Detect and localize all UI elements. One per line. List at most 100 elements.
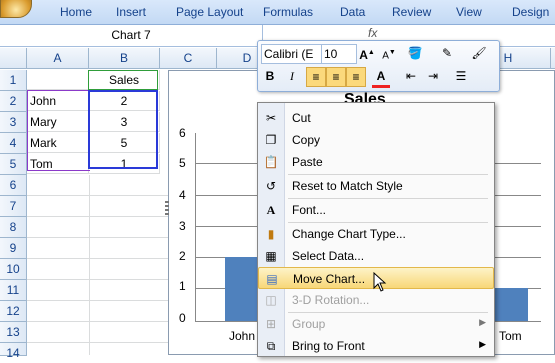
select-all-corner[interactable] xyxy=(0,48,27,68)
submenu-arrow-icon: ▶ xyxy=(479,317,486,327)
empty-grid[interactable] xyxy=(27,175,169,355)
y-tick-4: 4 xyxy=(179,188,186,202)
decrease-indent-icon[interactable]: ⇤ xyxy=(402,67,420,85)
menu-item-font[interactable]: A Font... xyxy=(258,199,494,221)
shrink-font-icon[interactable]: A▼ xyxy=(380,44,398,62)
mini-toolbar: Calibri (E 10 A▲ A▼ 🪣 ✎ 🖌 B I ≡ ≡ ≡ A ⇤ … xyxy=(257,40,500,92)
select-data-icon: ▦ xyxy=(265,249,277,263)
copy-icon: ❐ xyxy=(265,133,277,147)
tab-insert[interactable]: Insert xyxy=(116,5,146,19)
menu-item-reset-style[interactable]: ↺ Reset to Match Style xyxy=(258,175,494,197)
tab-view[interactable]: View xyxy=(456,5,482,19)
bring-front-icon: ⧉ xyxy=(266,339,276,353)
format-painter-icon[interactable]: 🖌 xyxy=(468,44,490,62)
menu-item-label: Font... xyxy=(292,203,327,217)
fill-color-icon[interactable]: 🪣 xyxy=(404,44,426,62)
bar-john[interactable] xyxy=(225,257,259,321)
menu-item-label: Change Chart Type... xyxy=(292,227,406,241)
menu-item-paste[interactable]: 📋 Paste xyxy=(258,151,494,173)
menu-item-cut[interactable]: ✂ Cut xyxy=(258,107,494,129)
font-icon: A xyxy=(266,203,276,217)
menu-item-copy[interactable]: ❐ Copy xyxy=(258,129,494,151)
bullets-icon[interactable]: ☰ xyxy=(450,67,472,85)
office-button[interactable] xyxy=(0,0,32,18)
row-header-11[interactable]: 11 xyxy=(0,280,27,301)
tab-review[interactable]: Review xyxy=(392,5,431,19)
y-tick-0: 0 xyxy=(179,311,186,325)
tab-home[interactable]: Home xyxy=(60,5,92,19)
column-header-a[interactable]: A xyxy=(27,48,89,68)
menu-item-group[interactable]: ⊞ Group ▶ xyxy=(258,313,494,335)
tab-data[interactable]: Data xyxy=(340,5,365,19)
chart-type-icon: ▮ xyxy=(267,227,275,241)
bold-button[interactable]: B xyxy=(261,67,279,85)
increase-indent-icon[interactable]: ⇥ xyxy=(424,67,442,85)
value-range-highlight xyxy=(88,90,158,169)
x-label-tom: Tom xyxy=(499,329,522,343)
menu-item-label: Move Chart... xyxy=(293,272,366,286)
tab-formulas[interactable]: Formulas xyxy=(263,5,313,19)
row-header-12[interactable]: 12 xyxy=(0,301,27,322)
font-size-select[interactable]: 10 xyxy=(321,44,357,64)
submenu-arrow-icon: ▶ xyxy=(479,339,486,349)
font-name-select[interactable]: Calibri (E xyxy=(261,44,323,64)
grow-font-icon[interactable]: A▲ xyxy=(358,44,376,62)
font-color-button[interactable]: A xyxy=(372,67,390,88)
row-header-2[interactable]: 2 xyxy=(0,91,27,112)
menu-item-label: Paste xyxy=(292,155,323,169)
name-box[interactable]: Chart 7 xyxy=(0,25,263,45)
move-chart-icon: ▤ xyxy=(266,272,278,286)
y-tick-1: 1 xyxy=(179,279,186,293)
bar-tom[interactable] xyxy=(494,288,528,321)
menu-item-bring-to-front[interactable]: ⧉ Bring to Front ▶ xyxy=(258,335,494,357)
tab-page-layout[interactable]: Page Layout xyxy=(176,5,243,19)
row-header-13[interactable]: 13 xyxy=(0,322,27,343)
x-label-john: John xyxy=(229,329,256,343)
y-tick-5: 5 xyxy=(179,156,186,170)
row-header-8[interactable]: 8 xyxy=(0,217,27,238)
row-header-6[interactable]: 6 xyxy=(0,175,27,196)
menu-item-label: Bring to Front xyxy=(292,339,365,353)
fx-icon[interactable]: fx xyxy=(368,26,377,40)
menu-item-3d-rotation[interactable]: ◫ 3-D Rotation... xyxy=(258,289,494,311)
column-divider xyxy=(89,175,90,355)
row-header-1[interactable]: 1 xyxy=(0,70,27,91)
row-header-9[interactable]: 9 xyxy=(0,238,27,259)
row-header-4[interactable]: 4 xyxy=(0,133,27,154)
series-name-highlight xyxy=(88,70,158,90)
chart-resize-handle[interactable] xyxy=(165,201,169,215)
outline-color-icon[interactable]: ✎ xyxy=(436,44,458,62)
menu-item-label: Select Data... xyxy=(292,249,365,263)
row-header-7[interactable]: 7 xyxy=(0,196,27,217)
cell-a1[interactable] xyxy=(27,70,89,90)
menu-item-label: Cut xyxy=(292,111,311,125)
y-tick-6: 6 xyxy=(179,126,186,140)
menu-item-label: Group xyxy=(292,317,326,331)
menu-item-label: 3-D Rotation... xyxy=(292,293,370,307)
context-menu: ✂ Cut ❐ Copy 📋 Paste ↺ Reset to Match St… xyxy=(257,102,495,357)
tab-design[interactable]: Design xyxy=(512,5,549,19)
y-tick-2: 2 xyxy=(179,249,186,263)
ribbon: Home Insert Page Layout Formulas Data Re… xyxy=(0,0,555,25)
row-header-5[interactable]: 5 xyxy=(0,154,27,175)
rotation-icon: ◫ xyxy=(265,293,277,307)
row-header-10[interactable]: 10 xyxy=(0,259,27,280)
menu-item-label: Reset to Match Style xyxy=(292,179,403,193)
group-icon: ⊞ xyxy=(265,317,277,331)
row-header-14[interactable]: 14 xyxy=(0,343,27,360)
paste-icon: 📋 xyxy=(263,155,279,169)
scissors-icon: ✂ xyxy=(265,111,277,125)
column-header-c[interactable]: C xyxy=(160,48,217,68)
column-header-b[interactable]: B xyxy=(89,48,160,68)
align-center-icon[interactable]: ≡ xyxy=(326,67,346,87)
menu-item-select-data[interactable]: ▦ Select Data... xyxy=(258,245,494,267)
italic-button[interactable]: I xyxy=(283,67,301,85)
align-left-icon[interactable]: ≡ xyxy=(306,67,326,87)
align-right-icon[interactable]: ≡ xyxy=(346,67,366,87)
y-tick-3: 3 xyxy=(179,219,186,233)
reset-style-icon: ↺ xyxy=(265,179,277,193)
menu-item-label: Copy xyxy=(292,133,321,147)
menu-item-change-chart-type[interactable]: ▮ Change Chart Type... xyxy=(258,223,494,245)
row-header-3[interactable]: 3 xyxy=(0,112,27,133)
category-range-highlight xyxy=(27,90,90,171)
